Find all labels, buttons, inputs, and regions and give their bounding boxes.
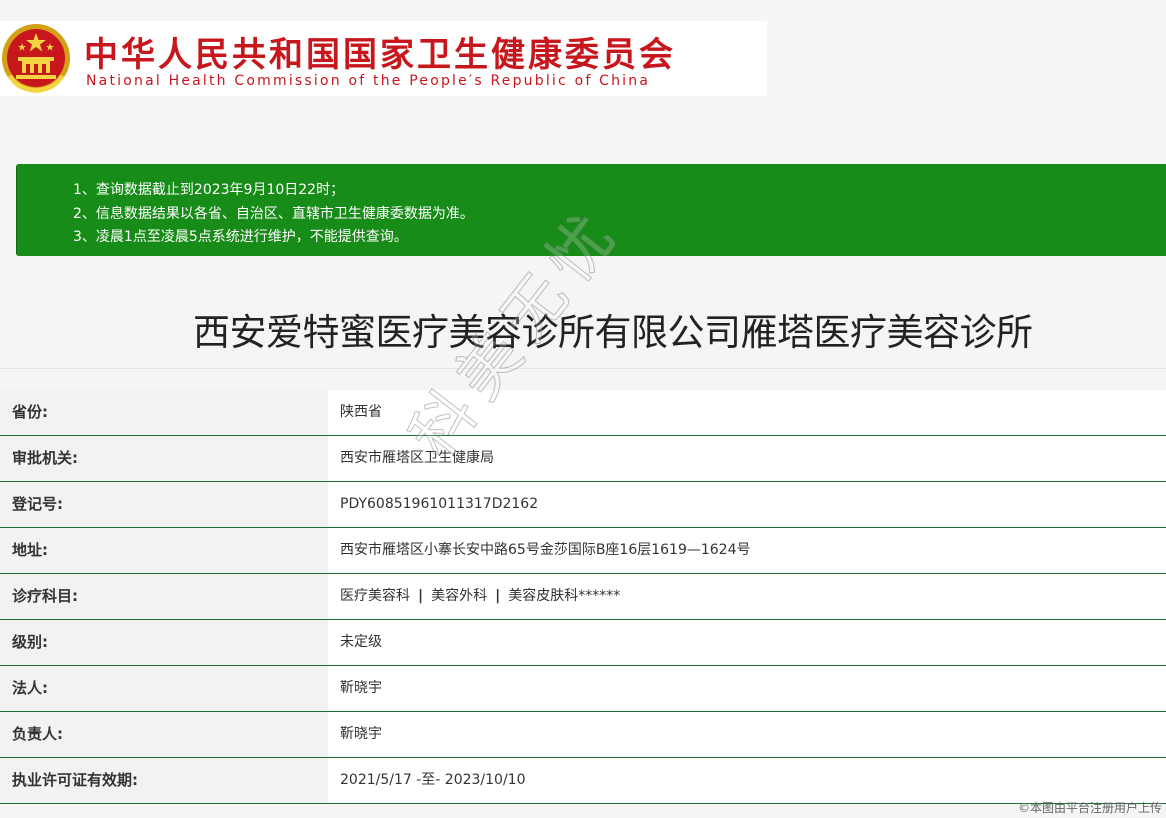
row-label: 法人: xyxy=(0,666,328,711)
site-title-cn: 中华人民共和国国家卫生健康委员会 xyxy=(84,35,676,75)
department-item: 美容皮肤科****** xyxy=(508,588,621,604)
row-value: PDY60851961011317D2162 xyxy=(328,482,1166,527)
row-label: 地址: xyxy=(0,528,328,573)
info-row-person-in-charge: 负责人: 靳晓宇 xyxy=(0,712,1166,758)
national-emblem-icon xyxy=(2,24,70,93)
row-label: 负责人: xyxy=(0,712,328,757)
info-row-departments: 诊疗科目: 医疗美容科 | 美容外科 | 美容皮肤科****** xyxy=(0,574,1166,620)
info-row-license-validity: 执业许可证有效期: 2021/5/17 -至- 2023/10/10 xyxy=(0,758,1166,804)
row-value: 2021/5/17 -至- 2023/10/10 xyxy=(328,758,1166,803)
notice-line-1: 1、查询数据截止到2023年9月10日22时； xyxy=(73,182,345,198)
institution-name: 西安爱特蜜医疗美容诊所有限公司雁塔医疗美容诊所 xyxy=(193,311,1033,354)
row-value: 西安市雁塔区小寨长安中路65号金莎国际B座16层1619—1624号 xyxy=(328,528,1166,573)
notice-line-3: 3、凌晨1点至凌晨5点系统进行维护，不能提供查询。 xyxy=(73,229,408,245)
notice-line-2: 2、信息数据结果以各省、自治区、直辖市卫生健康委数据为准。 xyxy=(73,206,474,222)
info-row-legal-person: 法人: 靳晓宇 xyxy=(0,666,1166,712)
info-row-approval-authority: 审批机关: 西安市雁塔区卫生健康局 xyxy=(0,436,1166,482)
institution-info-table: 省份: 陕西省 审批机关: 西安市雁塔区卫生健康局 登记号: PDY608519… xyxy=(0,390,1166,804)
row-value: 未定级 xyxy=(328,620,1166,665)
query-notice-banner: 1、查询数据截止到2023年9月10日22时； 2、信息数据结果以各省、自治区、… xyxy=(16,164,1166,256)
row-label: 级别: xyxy=(0,620,328,665)
row-value: 靳晓宇 xyxy=(328,712,1166,757)
row-value: 陕西省 xyxy=(328,390,1166,435)
department-item: 医疗美容科 xyxy=(340,588,410,604)
info-row-province: 省份: 陕西省 xyxy=(0,390,1166,436)
department-item: 美容外科 xyxy=(431,588,488,604)
row-label: 省份: xyxy=(0,390,328,435)
department-separator: | xyxy=(418,588,424,604)
row-label: 登记号: xyxy=(0,482,328,527)
row-label: 审批机关: xyxy=(0,436,328,481)
row-label: 诊疗科目: xyxy=(0,574,328,619)
info-row-level: 级别: 未定级 xyxy=(0,620,1166,666)
site-header: 中华人民共和国国家卫生健康委员会 National Health Commiss… xyxy=(0,21,767,96)
title-divider xyxy=(0,368,1166,369)
info-row-address: 地址: 西安市雁塔区小寨长安中路65号金莎国际B座16层1619—1624号 xyxy=(0,528,1166,574)
site-title-en: National Health Commission of the People… xyxy=(86,73,651,89)
row-value-departments: 医疗美容科 | 美容外科 | 美容皮肤科****** xyxy=(328,574,1166,619)
upload-footnote: ©本图由平台注册用户上传 xyxy=(1017,801,1162,815)
info-row-registration-number: 登记号: PDY60851961011317D2162 xyxy=(0,482,1166,528)
row-value: 西安市雁塔区卫生健康局 xyxy=(328,436,1166,481)
department-separator: | xyxy=(495,588,501,604)
row-label: 执业许可证有效期: xyxy=(0,758,328,803)
row-value: 靳晓宇 xyxy=(328,666,1166,711)
